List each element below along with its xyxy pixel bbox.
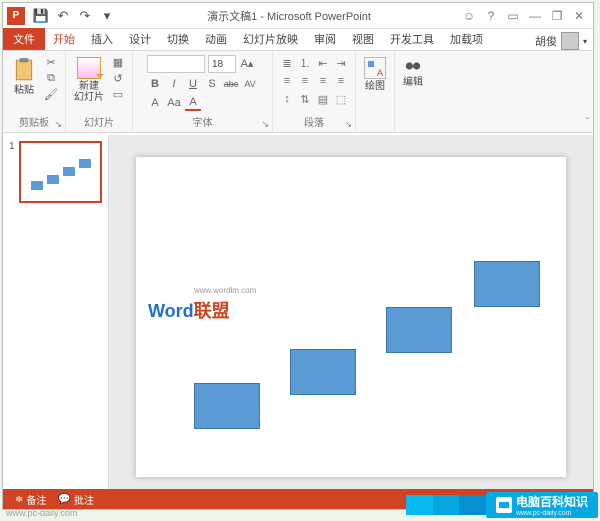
app-icon: P (7, 7, 25, 25)
tab-developer[interactable]: 开发工具 (382, 28, 442, 50)
user-dropdown-icon: ▾ (583, 37, 587, 46)
help-icon[interactable]: ? (481, 7, 501, 25)
qat-dropdown-icon[interactable]: ▾ (99, 8, 115, 24)
tab-file[interactable]: 文件 (3, 28, 45, 50)
paragraph-launcher-icon[interactable]: ↘ (344, 119, 352, 130)
watermark: www.wordlm.com Word联盟 (148, 297, 230, 323)
align-text-icon[interactable]: ▤ (315, 91, 331, 107)
paste-button[interactable]: 粘贴 (9, 55, 39, 98)
shape-rect-3[interactable] (386, 307, 452, 353)
font-family-combo[interactable] (147, 55, 205, 73)
binoculars-icon (404, 57, 422, 75)
restore-icon[interactable]: ❐ (547, 7, 567, 25)
badge-url: www.pc-daily.com (516, 510, 588, 517)
shape-rect-1[interactable] (194, 383, 260, 429)
clipboard-launcher-icon[interactable]: ↘ (54, 119, 62, 130)
increase-font-icon[interactable]: A▴ (239, 55, 255, 71)
smiley-icon[interactable]: ☺ (459, 7, 479, 25)
window-title: 演示文稿1 - Microsoft PowerPoint (119, 8, 459, 24)
clear-format-icon[interactable]: A (147, 95, 163, 111)
copy-icon[interactable]: ⧉ (43, 71, 59, 85)
editing-button[interactable]: 编辑 (401, 55, 425, 90)
site-badge: 电脑百科知识 www.pc-daily.com (406, 491, 598, 519)
numbering-icon[interactable]: ⒈ (297, 55, 313, 71)
indent-dec-icon[interactable]: ⇤ (315, 55, 331, 71)
slide[interactable]: www.wordlm.com Word联盟 (136, 157, 566, 477)
monitor-icon (496, 497, 512, 513)
group-paragraph: ≣ ⒈ ⇤ ⇥ ≡ ≡ ≡ ≡ ↕ ⇅ ▤ ⬚ 段落 ↘ (273, 51, 356, 132)
align-center-icon[interactable]: ≡ (297, 73, 313, 89)
bullets-icon[interactable]: ≣ (279, 55, 295, 71)
redo-icon[interactable]: ↷ (77, 8, 93, 24)
clipboard-icon (11, 57, 37, 83)
shapes-icon (364, 57, 386, 79)
slide-canvas-area[interactable]: www.wordlm.com Word联盟 (109, 135, 593, 489)
minimize-icon[interactable]: — (525, 7, 545, 25)
cut-icon[interactable]: ✂ (43, 55, 59, 69)
save-icon[interactable]: 💾 (33, 8, 49, 24)
ribbon-tabs: 文件 开始 插入 设计 切换 动画 幻灯片放映 审阅 视图 开发工具 加载项 胡… (3, 29, 593, 51)
reset-icon[interactable]: ↺ (110, 71, 126, 85)
thumb-number: 1 (9, 141, 15, 203)
close-icon[interactable]: ✕ (569, 7, 589, 25)
italic-button[interactable]: I (166, 76, 182, 92)
shape-rect-4[interactable] (474, 261, 540, 307)
shadow-button[interactable]: S (204, 76, 220, 92)
tab-design[interactable]: 设计 (121, 28, 159, 50)
text-direction-icon[interactable]: ⇅ (297, 91, 313, 107)
notes-button[interactable]: ≑ 备注 (9, 492, 52, 507)
tab-review[interactable]: 审阅 (306, 28, 344, 50)
badge-brand: 电脑百科知识 (516, 493, 588, 510)
undo-icon[interactable]: ↶ (55, 8, 71, 24)
tab-view[interactable]: 视图 (344, 28, 382, 50)
tab-home[interactable]: 开始 (45, 28, 83, 50)
user-account[interactable]: 胡俊 ▾ (535, 32, 593, 50)
underline-button[interactable]: U (185, 76, 201, 92)
group-clipboard: 粘贴 ✂ ⧉ 🖌 剪贴板 ↘ (3, 51, 66, 132)
ribbon-options-icon[interactable]: ▭ (503, 7, 523, 25)
drawing-button[interactable]: 绘图 (362, 55, 388, 94)
group-drawing: 绘图 (356, 51, 395, 132)
tab-transitions[interactable]: 切换 (159, 28, 197, 50)
line-spacing-icon[interactable]: ↕ (279, 91, 295, 107)
format-painter-icon[interactable]: 🖌 (43, 87, 59, 101)
workspace: 1 www.wordlm.com Word联盟 (3, 135, 593, 489)
slide-thumbnails-pane[interactable]: 1 (3, 135, 109, 489)
tab-addins[interactable]: 加载项 (442, 28, 491, 50)
user-name: 胡俊 (535, 33, 557, 49)
tab-animations[interactable]: 动画 (197, 28, 235, 50)
quick-access-toolbar: 💾 ↶ ↷ ▾ (29, 8, 119, 24)
section-icon[interactable]: ▭ (110, 87, 126, 101)
comments-button[interactable]: 💬 批注 (52, 492, 99, 507)
avatar (561, 32, 579, 50)
char-spacing-button[interactable]: AV (242, 76, 258, 92)
page-site-label: www.pc-daily.com (6, 508, 77, 518)
align-right-icon[interactable]: ≡ (315, 73, 331, 89)
change-case-icon[interactable]: Aa (166, 95, 182, 111)
font-size-combo[interactable]: 18 (208, 55, 236, 73)
strikethrough-button[interactable]: abc (223, 76, 239, 92)
align-left-icon[interactable]: ≡ (279, 73, 295, 89)
new-slide-icon (77, 57, 101, 79)
font-color-icon[interactable]: A (185, 95, 201, 111)
badge-stripes (406, 495, 486, 515)
group-slides: 新建 幻灯片 ▦ ↺ ▭ 幻灯片 (66, 51, 133, 132)
indent-inc-icon[interactable]: ⇥ (333, 55, 349, 71)
new-slide-button[interactable]: 新建 幻灯片 (72, 55, 106, 105)
slide-thumbnail-1[interactable] (19, 141, 102, 203)
shape-rect-2[interactable] (290, 349, 356, 395)
title-bar: P 💾 ↶ ↷ ▾ 演示文稿1 - Microsoft PowerPoint ☺… (3, 3, 593, 29)
smartart-icon[interactable]: ⬚ (333, 91, 349, 107)
group-font: 18 A▴ B I U S abc AV A Aa A 字体 ↘ (133, 51, 273, 132)
layout-icon[interactable]: ▦ (110, 55, 126, 69)
group-editing: 编辑 (395, 51, 431, 132)
ribbon-collapse-icon[interactable]: ˇ (586, 117, 589, 128)
font-launcher-icon[interactable]: ↘ (261, 119, 269, 130)
justify-icon[interactable]: ≡ (333, 73, 349, 89)
tab-slideshow[interactable]: 幻灯片放映 (235, 28, 306, 50)
bold-button[interactable]: B (147, 76, 163, 92)
ribbon: 粘贴 ✂ ⧉ 🖌 剪贴板 ↘ 新建 幻灯片 ▦ ↺ (3, 51, 593, 133)
tab-insert[interactable]: 插入 (83, 28, 121, 50)
